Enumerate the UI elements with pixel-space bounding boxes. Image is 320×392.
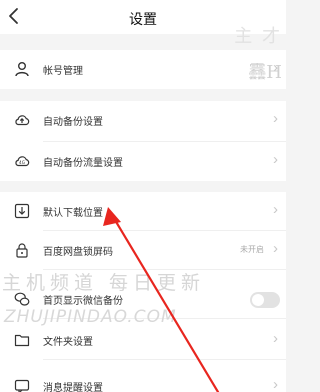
row-label-folder-settings: 文件夹设置	[43, 337, 93, 348]
settings-group-general: 默认下载位置 › 百度网盘锁屏码 未开启 › 首页显示微信备份 文件夹设置 › …	[0, 192, 286, 392]
wechat-icon	[14, 291, 30, 307]
row-label-lock-screen: 百度网盘锁屏码	[43, 247, 113, 258]
row-label-auto-backup: 自动备份设置	[43, 117, 103, 128]
row-auto-backup[interactable]: 自动备份设置 ›	[0, 101, 286, 139]
svg-text:4G: 4G	[19, 160, 25, 165]
status-text: 未开启	[240, 245, 264, 254]
row-wechat-backup: 首页显示微信备份	[0, 280, 286, 318]
row-label-default-download: 默认下载位置	[43, 208, 103, 219]
settings-group-account: 帐号管理 ›	[0, 50, 286, 89]
divider	[43, 269, 286, 270]
toggle-knob	[252, 294, 264, 306]
row-label-notifications: 消息提醒设置	[43, 383, 103, 392]
row-label-wechat-backup: 首页显示微信备份	[43, 296, 123, 307]
row-notifications[interactable]: 消息提醒设置 ›	[0, 367, 286, 392]
divider	[43, 359, 286, 360]
row-auto-backup-traffic[interactable]: 4G 自动备份流量设置 ›	[0, 142, 286, 180]
row-label-auto-backup-traffic: 自动备份流量设置	[43, 158, 123, 169]
row-account[interactable]: 帐号管理 ›	[0, 50, 286, 88]
message-icon	[14, 378, 30, 392]
chevron-right-icon: ›	[273, 110, 278, 127]
chevron-right-icon: ›	[273, 330, 278, 347]
row-lock-screen[interactable]: 百度网盘锁屏码 未开启 ›	[0, 231, 286, 269]
chevron-right-icon: ›	[273, 151, 278, 168]
cloud-upload-icon	[14, 112, 30, 128]
lock-icon	[14, 242, 30, 258]
folder-icon	[14, 332, 30, 348]
download-icon	[14, 203, 30, 219]
row-label-account: 帐号管理	[43, 66, 83, 77]
navigation-bar: 设置	[0, 0, 286, 34]
chevron-right-icon: ›	[273, 59, 278, 76]
chevron-right-icon: ›	[273, 376, 278, 392]
row-default-download[interactable]: 默认下载位置 ›	[0, 192, 286, 230]
chevron-right-icon: ›	[273, 240, 278, 257]
row-folder-settings[interactable]: 文件夹设置 ›	[0, 321, 286, 359]
cloud-4g-icon: 4G	[14, 153, 30, 169]
chevron-right-icon: ›	[273, 201, 278, 218]
wechat-backup-toggle[interactable]	[250, 292, 280, 308]
user-icon	[14, 61, 30, 77]
settings-group-backup: 自动备份设置 › 4G 自动备份流量设置 ›	[0, 101, 286, 181]
page-title: 设置	[129, 11, 157, 27]
divider	[43, 318, 286, 319]
